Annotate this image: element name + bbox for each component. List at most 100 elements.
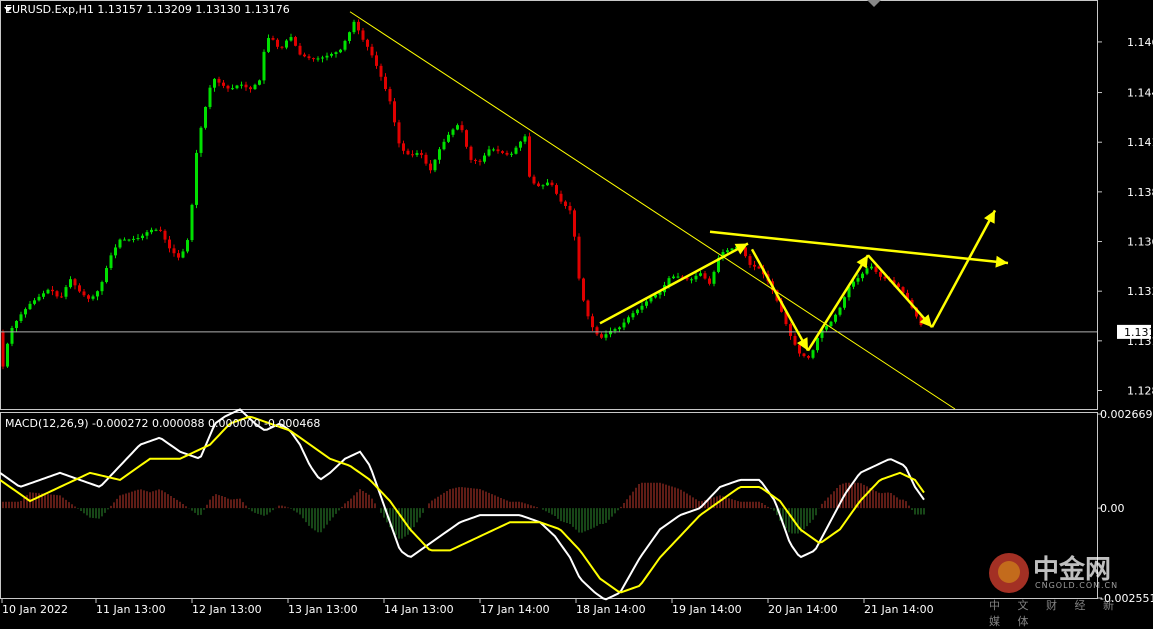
- candle-body: [802, 353, 806, 357]
- candle: [546, 179, 549, 186]
- candle: [141, 233, 144, 241]
- candle-body: [559, 193, 563, 202]
- candle-body: [357, 21, 360, 31]
- candle: [699, 270, 702, 277]
- candle-body: [109, 255, 113, 269]
- candle-body: [834, 314, 837, 322]
- candle: [532, 174, 536, 185]
- candle: [339, 48, 342, 54]
- candle: [573, 208, 576, 241]
- candle: [469, 145, 473, 163]
- annotation-arrow-line: [750, 248, 810, 352]
- candle-body: [447, 134, 450, 142]
- candle: [190, 203, 194, 243]
- candle-body: [861, 273, 864, 279]
- candle-body: [222, 82, 225, 86]
- chart-title: EURUSD.Exp,H1 1.13157 1.13209 1.13130 1.…: [5, 3, 290, 16]
- candle-body: [348, 32, 351, 41]
- candle: [802, 352, 806, 358]
- annotation-arrow-line: [867, 254, 933, 329]
- candle-body: [150, 229, 153, 233]
- time-tick-label: 11 Jan 13:00: [96, 603, 166, 616]
- candle-body: [622, 322, 626, 328]
- candle-body: [496, 149, 500, 152]
- candle: [442, 138, 446, 151]
- candle-body: [127, 239, 131, 241]
- candle: [379, 63, 383, 81]
- candle-body: [627, 317, 630, 323]
- candle: [600, 332, 603, 339]
- candle: [541, 184, 545, 190]
- candle-body: [600, 334, 603, 338]
- candle-body: [262, 51, 266, 81]
- candle-body: [33, 300, 36, 304]
- candle-body: [753, 264, 756, 267]
- candle: [636, 308, 639, 316]
- time-tick-label: 10 Jan 2022: [2, 603, 68, 616]
- candle: [195, 149, 198, 209]
- candle-body: [258, 80, 261, 85]
- price-tick-label: 1.13895: [1127, 186, 1153, 199]
- candle-body: [15, 320, 18, 328]
- candle: [127, 238, 131, 242]
- candle: [456, 123, 459, 131]
- candle-body: [487, 149, 491, 156]
- candle-body: [208, 87, 212, 107]
- candle: [402, 140, 405, 155]
- candle-body: [199, 127, 203, 153]
- candle-body: [10, 327, 14, 344]
- candle-body: [532, 176, 536, 184]
- candle: [240, 81, 243, 89]
- watermark: 中金网 CNGOLD.COM.CN 中 文 财 经 新 媒 体: [989, 549, 1139, 628]
- candle-body: [226, 85, 230, 89]
- candle-body: [303, 54, 306, 57]
- descending-trendline: [349, 11, 956, 410]
- candle-body: [105, 268, 108, 283]
- candle: [424, 152, 428, 166]
- candle: [330, 52, 333, 58]
- candle-body: [289, 37, 293, 41]
- candle-body: [267, 38, 270, 52]
- candle: [316, 56, 320, 62]
- candle: [397, 119, 401, 148]
- candle: [393, 97, 396, 127]
- candle-body: [325, 55, 329, 58]
- candle-body: [537, 183, 540, 187]
- candle: [132, 235, 135, 243]
- candle: [91, 294, 95, 301]
- price-tick-label: 1.14405: [1127, 87, 1153, 100]
- candle-body: [204, 106, 207, 128]
- candle-body: [726, 250, 729, 253]
- candle: [186, 238, 189, 254]
- candle-body: [370, 46, 374, 56]
- candle: [451, 128, 455, 138]
- candle: [420, 149, 423, 159]
- candle: [154, 228, 158, 232]
- time-tick-label: 14 Jan 13:00: [384, 603, 454, 616]
- candle-body: [217, 78, 221, 83]
- logo-icon: [989, 553, 1029, 593]
- candle-body: [186, 240, 189, 252]
- candle: [60, 292, 63, 298]
- candle: [582, 277, 585, 302]
- candle-body: [510, 153, 513, 155]
- candle: [294, 35, 297, 47]
- candle-body: [586, 300, 590, 317]
- macd-tick-label: 0.002669: [1100, 408, 1153, 421]
- candle: [82, 288, 86, 298]
- chart-canvas: 1.14665 1.14405 1.14150 1.13895 1.13640 1.133…: [0, 0, 1153, 616]
- candle: [870, 263, 873, 270]
- candle: [483, 152, 486, 164]
- candle: [199, 126, 203, 157]
- watermark-tagline: 中 文 财 经 新 媒 体: [989, 599, 1121, 628]
- candle-body: [366, 39, 369, 47]
- candle-body: [271, 38, 275, 40]
- candle: [370, 43, 374, 58]
- candle-body: [483, 155, 486, 162]
- candle: [150, 227, 153, 235]
- candle: [591, 313, 594, 332]
- candle-body: [555, 185, 558, 194]
- candle: [406, 148, 410, 156]
- candle: [825, 325, 828, 332]
- candle-body: [465, 130, 468, 147]
